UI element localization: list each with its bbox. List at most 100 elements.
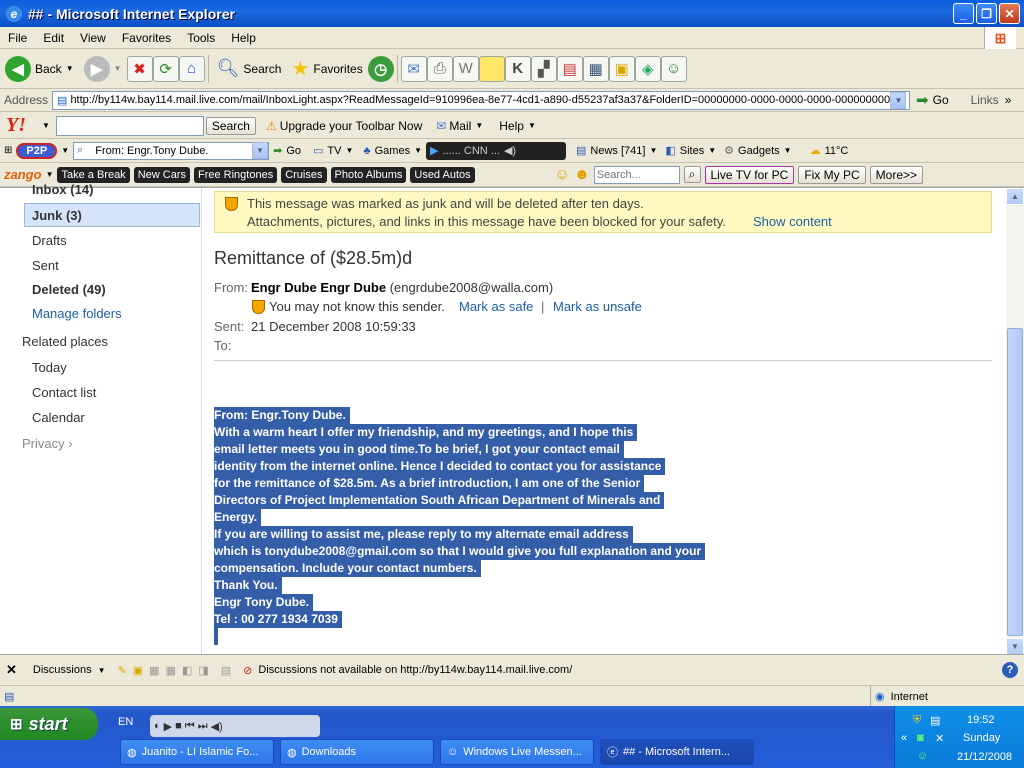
p2p-search-field[interactable]: ⌕ From: Engr.Tony Dube. ▼ bbox=[73, 141, 270, 160]
discussion-tool-icon[interactable]: ▦ bbox=[149, 664, 159, 677]
p2p-logo[interactable]: P2P bbox=[16, 142, 58, 159]
menu-favorites[interactable]: Favorites bbox=[114, 31, 179, 45]
expand-icon[interactable]: ⊞ bbox=[4, 145, 12, 156]
more-button[interactable]: More>> bbox=[869, 165, 924, 184]
play-icon[interactable]: ▶ bbox=[164, 720, 172, 733]
yahoo-search-input[interactable] bbox=[55, 115, 204, 136]
discussion-tool-icon[interactable]: ◧ bbox=[182, 664, 192, 677]
zango-item-photo-albums[interactable]: Photo Albums bbox=[330, 166, 407, 183]
network-icon[interactable]: ◈ bbox=[634, 55, 661, 82]
media-player[interactable]: ▶ ...... CNN ... ◀) bbox=[426, 141, 567, 160]
games-button[interactable]: Games bbox=[375, 145, 410, 157]
gadgets-button[interactable]: Gadgets bbox=[738, 145, 780, 157]
sites-button[interactable]: Sites bbox=[680, 145, 704, 157]
tray-app-icon[interactable]: ✕ bbox=[935, 732, 944, 745]
sidebar-item-contact-list[interactable]: Contact list bbox=[32, 385, 96, 400]
menu-view[interactable]: View bbox=[72, 31, 114, 45]
news-button[interactable]: News [741] bbox=[590, 145, 645, 157]
sidebar-item-today[interactable]: Today bbox=[32, 360, 67, 375]
menu-tools[interactable]: Tools bbox=[179, 31, 223, 45]
temperature[interactable]: 11°C bbox=[825, 145, 849, 157]
links-button[interactable]: Links bbox=[971, 93, 999, 107]
volume-icon[interactable]: ◀) bbox=[504, 144, 516, 157]
edit-icon[interactable]: W bbox=[452, 55, 479, 82]
smiley-icon[interactable]: ☺ bbox=[555, 166, 570, 183]
tool-icon-2[interactable]: ▤ bbox=[556, 55, 583, 82]
menu-file[interactable]: File bbox=[0, 31, 35, 45]
chevron-down-icon[interactable]: ▼ bbox=[252, 142, 269, 159]
sidebar-item-sent[interactable]: Sent bbox=[32, 258, 59, 273]
discussions-button[interactable]: Discussions bbox=[33, 664, 92, 676]
discussion-tool-icon[interactable]: ✎ bbox=[118, 664, 127, 677]
zango-logo[interactable]: zango bbox=[4, 167, 42, 182]
go-button[interactable]: Go bbox=[933, 93, 949, 107]
zango-item-ringtones[interactable]: Free Ringtones bbox=[193, 166, 278, 183]
sender-info[interactable]: Engr Dube Engr Dube (engrdube2008@walla.… bbox=[251, 280, 553, 295]
previous-icon[interactable]: ⏮ bbox=[185, 720, 195, 733]
forward-button[interactable]: ▶ ▼ bbox=[79, 52, 127, 86]
title-bar[interactable]: e ## - Microsoft Internet Explorer _ ❐ ✕ bbox=[0, 0, 1024, 27]
stop-icon[interactable]: ✖ bbox=[126, 55, 153, 82]
address-input[interactable]: ▤ http://by114w.bay114.mail.live.com/mai… bbox=[52, 90, 911, 110]
close-button[interactable]: ✕ bbox=[999, 3, 1020, 24]
language-indicator[interactable]: EN bbox=[118, 716, 133, 728]
go-arrow-icon[interactable]: ➡ bbox=[916, 91, 929, 109]
privacy-link[interactable]: Privacy › bbox=[22, 436, 73, 451]
discussion-tool-icon[interactable]: ▦ bbox=[166, 664, 176, 677]
emoticon-icon[interactable]: ☻ bbox=[574, 166, 590, 183]
zango-search-input[interactable] bbox=[593, 165, 680, 184]
volume-icon[interactable]: ◀) bbox=[211, 720, 223, 733]
discussion-tool-icon[interactable]: ▤ bbox=[221, 664, 231, 677]
mark-safe-link[interactable]: Mark as safe bbox=[459, 299, 533, 314]
start-button[interactable]: ⊞ start bbox=[0, 708, 98, 740]
fix-pc-button[interactable]: Fix My PC bbox=[798, 165, 866, 184]
yahoo-search-button[interactable]: Search bbox=[205, 116, 256, 135]
play-icon[interactable]: ▶ bbox=[430, 144, 438, 157]
upgrade-toolbar-link[interactable]: Upgrade your Toolbar Now bbox=[280, 119, 423, 133]
scroll-up-icon[interactable]: ▲ bbox=[1006, 188, 1024, 205]
live-tv-button[interactable]: Live TV for PC bbox=[704, 165, 795, 184]
vertical-scrollbar[interactable]: ▲ ▼ bbox=[1006, 188, 1024, 655]
zango-item-new-cars[interactable]: New Cars bbox=[133, 166, 190, 183]
task-messenger[interactable]: ☺ Windows Live Messen... bbox=[440, 739, 594, 765]
clock-time[interactable]: 19:52 bbox=[967, 714, 995, 726]
stop-icon[interactable]: ■ bbox=[175, 720, 182, 732]
bag-icon[interactable]: ▣ bbox=[608, 55, 635, 82]
tv-button[interactable]: TV bbox=[327, 145, 341, 157]
tray-expand-icon[interactable]: « bbox=[901, 732, 907, 744]
zango-item-cruises[interactable]: Cruises bbox=[281, 166, 327, 183]
messenger-icon[interactable]: ☺ bbox=[660, 55, 687, 82]
chevron-down-icon[interactable]: ▼ bbox=[42, 121, 50, 130]
menu-help[interactable]: Help bbox=[223, 31, 264, 45]
note-icon[interactable] bbox=[478, 55, 505, 82]
task-islamic-forum[interactable]: ◍ Juanito - LI Islamic Fo... bbox=[120, 739, 274, 765]
search-icon[interactable]: ⌕ bbox=[683, 166, 701, 183]
sidebar-item-deleted[interactable]: Deleted (49) bbox=[32, 282, 106, 297]
help-icon[interactable]: ? bbox=[1002, 662, 1018, 678]
favorites-button[interactable]: ★ Favorites bbox=[286, 52, 367, 86]
sidebar-item-calendar[interactable]: Calendar bbox=[32, 410, 85, 425]
refresh-icon[interactable]: ⟳ bbox=[152, 55, 179, 82]
messenger-icon[interactable]: ☺ bbox=[917, 750, 928, 762]
restore-button[interactable]: ❐ bbox=[976, 3, 997, 24]
menu-edit[interactable]: Edit bbox=[35, 31, 72, 45]
yahoo-logo-icon[interactable]: Y! bbox=[6, 114, 42, 137]
media-player-controls[interactable]: ◐ ▶ ■ ⏮ ⏭ ◀) bbox=[150, 715, 320, 737]
zango-item-used-autos[interactable]: Used Autos bbox=[410, 166, 475, 183]
yahoo-help-button[interactable]: Help bbox=[499, 119, 524, 133]
scroll-thumb[interactable] bbox=[1007, 328, 1023, 636]
tool-icon-1[interactable]: ▞ bbox=[530, 55, 557, 82]
address-dropdown-icon[interactable]: ▼ bbox=[890, 91, 907, 109]
zango-item-take-a-break[interactable]: Take a Break bbox=[57, 166, 130, 183]
chevron-right-icon[interactable]: » bbox=[1005, 93, 1012, 107]
search-button[interactable]: 🔍︎ Search bbox=[212, 52, 287, 86]
shield-icon[interactable]: ⛨ bbox=[913, 714, 921, 727]
minimize-button[interactable]: _ bbox=[953, 3, 974, 24]
discussion-tool-icon[interactable]: ▣ bbox=[133, 664, 143, 677]
rss-icon[interactable]: ◙ bbox=[917, 732, 924, 744]
yahoo-mail-button[interactable]: Mail bbox=[449, 119, 471, 133]
k-icon[interactable]: K bbox=[504, 55, 531, 82]
next-icon[interactable]: ⏭ bbox=[198, 720, 208, 733]
history-icon[interactable]: ◷ bbox=[367, 55, 394, 82]
scroll-down-icon[interactable]: ▼ bbox=[1006, 638, 1024, 655]
